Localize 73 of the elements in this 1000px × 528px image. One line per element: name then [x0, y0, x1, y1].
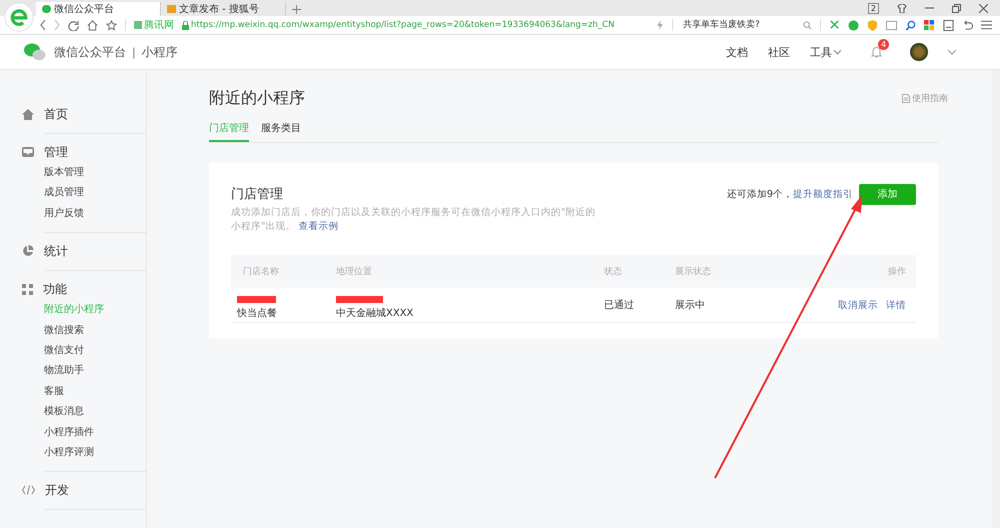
sidebar-item[interactable]: 小程序插件 [44, 422, 146, 443]
column-header: 门店名称 [242, 266, 280, 278]
redaction-bar [336, 296, 383, 303]
image-icon[interactable] [886, 20, 897, 30]
sidebar-item[interactable]: 小程序评测 [44, 442, 146, 464]
caret-icon[interactable] [834, 50, 841, 54]
sidebar-section[interactable]: 首页 [44, 106, 68, 122]
sidebar-section[interactable]: 功能 [43, 280, 67, 298]
window-count[interactable]: 2 [868, 2, 879, 14]
sidebar-item[interactable]: 微信搜索 [44, 320, 146, 341]
sidebar-item[interactable]: 微信支付 [44, 340, 146, 362]
sidebar-item[interactable]: 用户反馈 [44, 204, 146, 224]
quota-text: 还可添加9个， [726, 188, 793, 200]
restore-icon[interactable] [952, 4, 961, 12]
sidebar-item[interactable]: 成员管理 [44, 183, 146, 204]
sidebar-section[interactable]: 统计 [44, 242, 68, 260]
sidebar-item[interactable]: 物流助手 [44, 361, 146, 382]
minimize-icon[interactable] [925, 7, 934, 9]
nav-link[interactable]: 文档 [726, 44, 748, 60]
sidebar-section[interactable]: 管理 [44, 144, 68, 160]
column-header: 展示状态 [674, 266, 712, 278]
chat-bubbles-icon[interactable] [24, 43, 46, 61]
caret-icon[interactable] [948, 50, 956, 54]
grid-icon [22, 284, 33, 295]
reload-icon[interactable] [68, 20, 79, 30]
inbox-icon [22, 147, 34, 157]
header-separator: | [132, 46, 136, 58]
pie-chart-icon [22, 245, 34, 258]
product-name: 小程序 [142, 44, 178, 60]
status-cell-text: 已通过 [603, 298, 635, 312]
example-link[interactable]: 查看示例 [298, 221, 338, 232]
card-title: 门店管理 [231, 186, 284, 203]
document-icon [902, 94, 910, 103]
brand-name: 微信公众平台 [54, 44, 126, 60]
store-address: 中天金融城XXXX [336, 306, 414, 320]
home-icon [22, 108, 34, 120]
sidebar-item[interactable]: 版本管理 [44, 163, 146, 184]
store-name: 快当点餐 [237, 306, 278, 320]
site-label: 腾讯网 [134, 18, 174, 32]
action-link[interactable]: 详情 [886, 300, 906, 310]
column-header: 操作 [887, 266, 907, 278]
star-icon[interactable] [106, 20, 117, 30]
sidebar-section[interactable]: 开发 [45, 482, 69, 499]
save-icon[interactable] [943, 20, 954, 30]
column-header: 地理位置 [335, 266, 373, 278]
lock-icon [182, 20, 189, 30]
description: 成功添加门店后，你的门店以及关联的小程序服务可在微信小程序入口内的"附近的小程序"出现。 查看示例 [231, 206, 596, 234]
nav-link[interactable]: 工具 [810, 44, 841, 60]
tab[interactable]: 服务类目 [261, 117, 301, 142]
code-icon [22, 485, 35, 496]
nav-link[interactable]: 社区 [768, 44, 790, 60]
undo-icon[interactable] [962, 20, 973, 30]
new-tab-icon[interactable] [292, 2, 301, 16]
action-link[interactable]: 取消展示 [838, 300, 878, 310]
quota-link[interactable]: 提升额度指引 [793, 188, 853, 200]
magnifier-icon[interactable] [905, 20, 916, 30]
browser-tab[interactable]: 微信公众平台 [36, 2, 161, 16]
page-title: 附近的小程序 [209, 88, 305, 109]
menu-icon[interactable] [981, 20, 992, 30]
avatar[interactable] [910, 43, 928, 61]
redaction-bar [237, 296, 276, 303]
apps-icon[interactable] [924, 20, 935, 30]
notification-badge: 4 [878, 39, 890, 50]
sidebar-item[interactable]: 客服 [44, 382, 146, 402]
back-icon[interactable] [40, 20, 46, 30]
skin-icon[interactable] [897, 4, 907, 12]
home-icon[interactable] [87, 20, 98, 30]
bell-icon[interactable] [871, 46, 882, 58]
display-status-cell-text: 展示中 [674, 298, 706, 312]
sidebar-item[interactable]: 模板消息 [44, 402, 146, 423]
search-icon[interactable] [803, 20, 812, 30]
close-icon[interactable] [979, 4, 988, 12]
column-header: 状态 [603, 266, 623, 278]
